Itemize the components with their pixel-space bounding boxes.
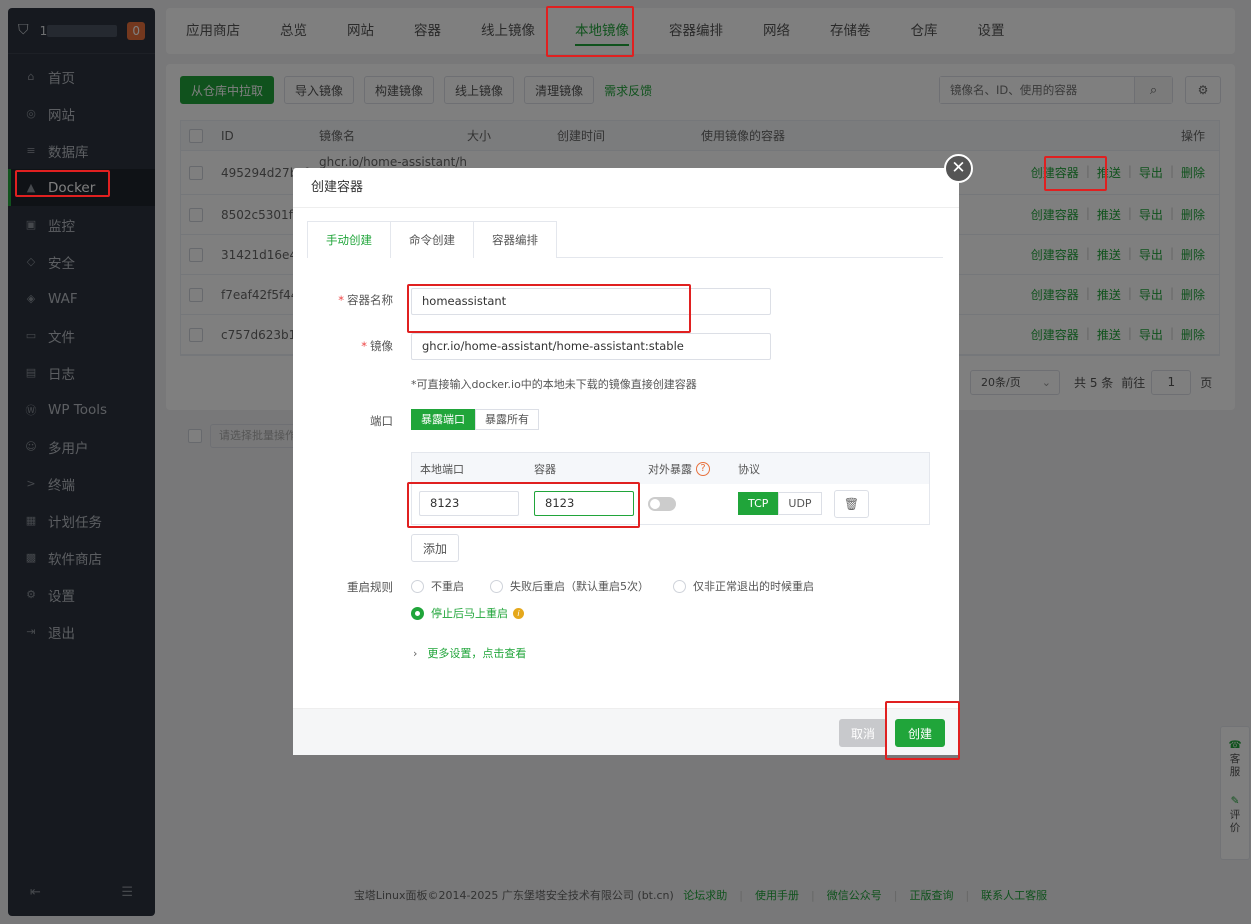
col-container-port: 容器: [534, 462, 556, 476]
image-label: * 镜像: [361, 339, 393, 353]
restart-no-radio[interactable]: 不重启: [411, 578, 464, 594]
col-protocol: 协议: [738, 462, 760, 476]
help-question-icon[interactable]: ?: [696, 461, 710, 476]
restart-on-failure-radio[interactable]: 失败后重启（默认重启5次）: [490, 578, 649, 594]
image-hint: *可直接输入docker.io中的本地未下载的镜像直接创建容器: [411, 378, 697, 391]
add-port-button[interactable]: 添加: [411, 534, 460, 562]
port-label: 端口: [370, 414, 393, 428]
modal-tabs: 手动创建 命令创建 容器编排: [307, 221, 943, 258]
delete-port-trash-icon[interactable]: 🗑: [834, 490, 869, 518]
restart-always-radio[interactable]: 停止后马上重启 i: [411, 605, 524, 621]
tcp-option[interactable]: TCP: [738, 492, 779, 515]
modal-tab-2[interactable]: 容器编排: [473, 221, 557, 258]
port-row: 8123 8123 TCP UDP 🗑: [412, 484, 929, 524]
col-local-port: 本地端口: [420, 462, 464, 476]
port-mode-toggle: 暴露端口 暴露所有: [411, 409, 539, 430]
container-port-input[interactable]: 8123: [534, 491, 634, 516]
chevron-right-icon: ›: [413, 646, 418, 660]
modal-footer: 取消 创建: [293, 708, 959, 755]
protocol-toggle: TCP UDP: [738, 492, 822, 515]
restart-unless-abnormal-radio[interactable]: 仅非正常退出的时候重启: [673, 578, 814, 594]
modal-tab-1[interactable]: 命令创建: [390, 221, 474, 258]
modal-title: 创建容器: [293, 168, 959, 208]
col-expose: 对外暴露?: [648, 461, 710, 477]
info-icon[interactable]: i: [513, 607, 524, 619]
port-mapping-table: 本地端口 容器 对外暴露? 协议 8123 8123 TCP UDP 🗑: [411, 452, 930, 525]
cancel-button[interactable]: 取消: [839, 719, 888, 747]
create-container-modal: 创建容器 手动创建 命令创建 容器编排 * 容器名称 homeassistant * 镜…: [293, 168, 959, 755]
port-table-header: 本地端口 容器 对外暴露? 协议: [412, 453, 929, 484]
expose-port-option[interactable]: 暴露端口: [411, 409, 475, 430]
image-input[interactable]: ghcr.io/home-assistant/home-assistant:st…: [411, 333, 771, 360]
container-name-input[interactable]: homeassistant: [411, 288, 771, 315]
more-settings-toggle[interactable]: › 更多设置，点击查看: [413, 645, 526, 661]
expose-all-option[interactable]: 暴露所有: [475, 409, 539, 430]
udp-option[interactable]: UDP: [778, 492, 822, 515]
local-port-input[interactable]: 8123: [419, 491, 519, 516]
restart-policy-label: 重启规则: [347, 580, 393, 594]
close-modal-icon[interactable]: ✕: [944, 154, 973, 183]
container-name-label: * 容器名称: [338, 293, 393, 307]
modal-tab-0[interactable]: 手动创建: [307, 221, 391, 258]
expose-external-switch[interactable]: [648, 497, 676, 511]
create-button[interactable]: 创建: [895, 719, 946, 747]
